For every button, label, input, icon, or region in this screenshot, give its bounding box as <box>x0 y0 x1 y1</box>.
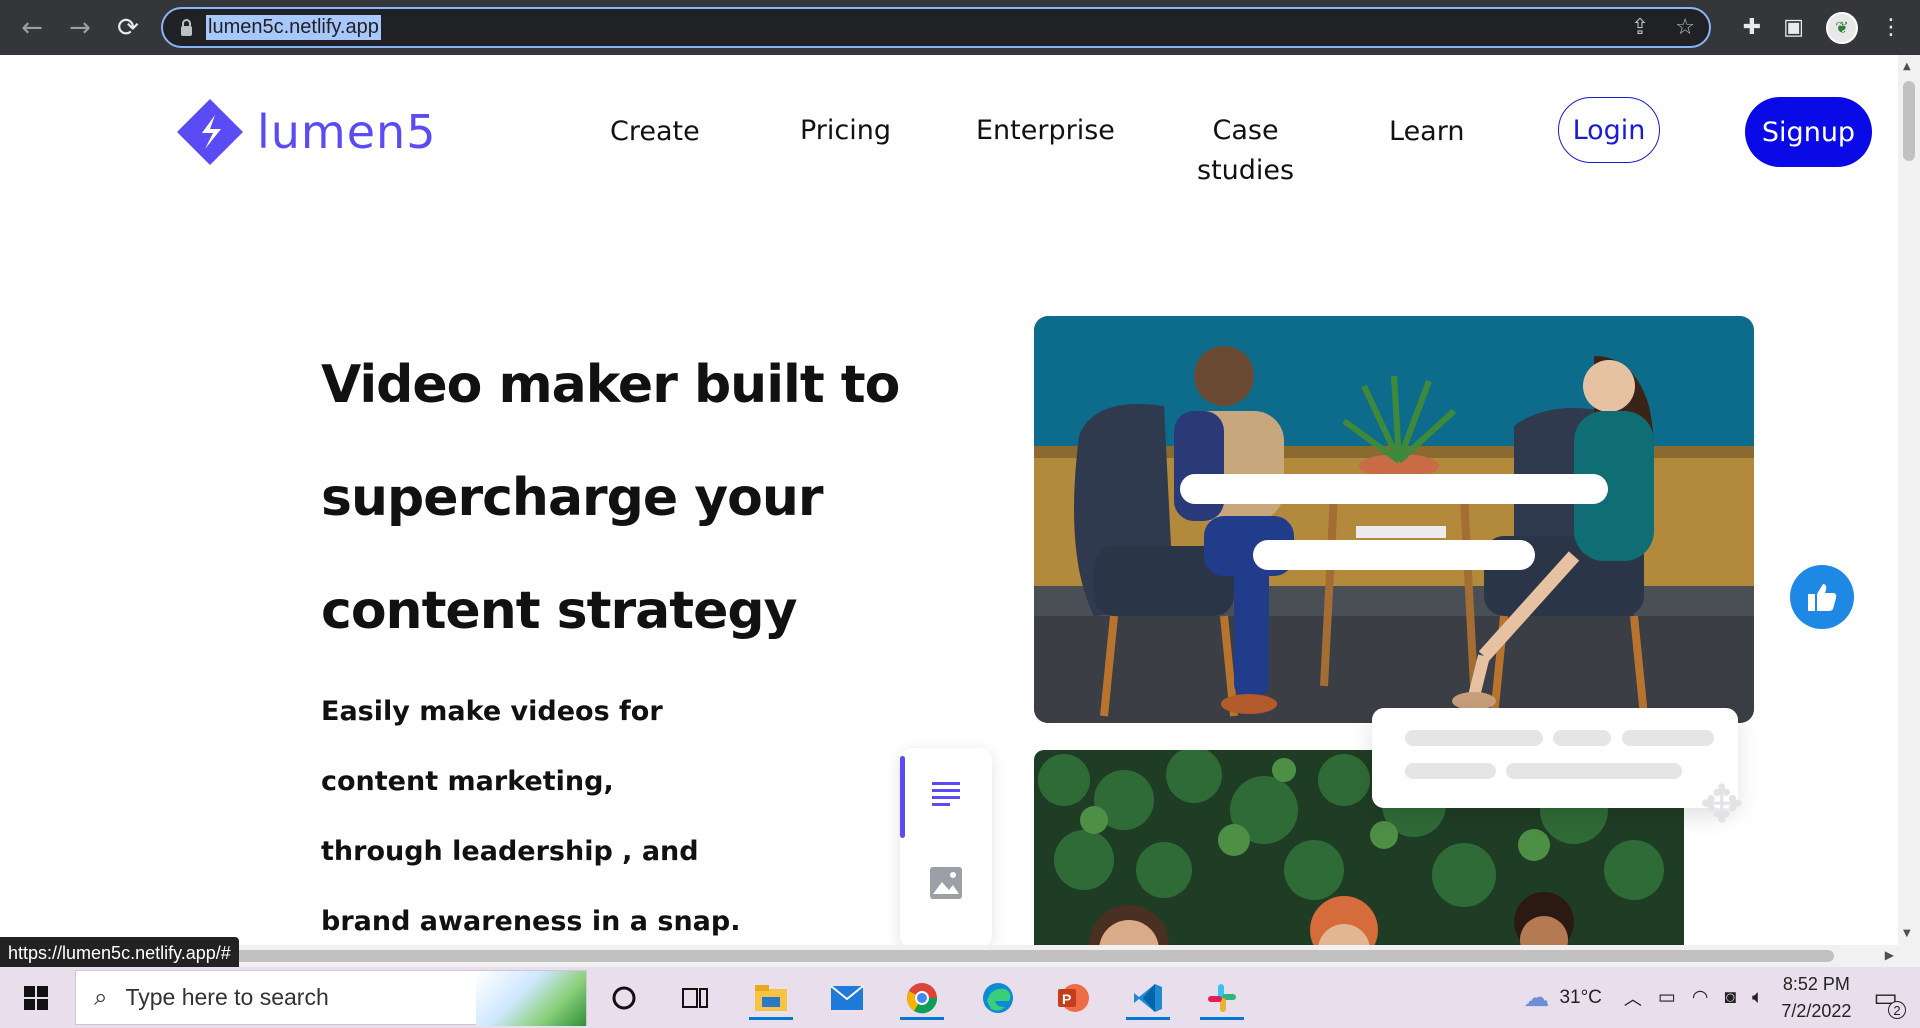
text-placeholder-pill <box>1553 730 1611 746</box>
vertical-scroll-thumb[interactable] <box>1903 81 1915 161</box>
hero-title-line: supercharge your <box>321 468 824 528</box>
move-icon: ✥ <box>1700 775 1744 835</box>
taskbar-search-input[interactable]: ⌕ Type here to search <box>75 970 587 1026</box>
logo[interactable]: lumen5 <box>175 97 436 167</box>
hero-title: Video maker built to supercharge your co… <box>321 329 921 668</box>
notification-count-badge: 2 <box>1888 1001 1906 1019</box>
windows-taskbar: ⌕ Type here to search P ☁ 31°C ︿ ▭ ◠ ◙ 🔈… <box>0 967 1920 1028</box>
signup-button[interactable]: Signup <box>1745 97 1872 167</box>
nav-case-studies[interactable]: Case studies <box>1197 111 1294 191</box>
search-highlight-image <box>476 971 586 1026</box>
hero-sub-line: content marketing, <box>321 766 614 797</box>
reload-button[interactable]: ⟳ <box>108 8 148 48</box>
battery-icon[interactable]: ▭ <box>1658 986 1676 1009</box>
clock-date: 7/2/2022 <box>1781 1000 1852 1021</box>
back-button[interactable]: ← <box>12 8 52 48</box>
clock-time: 8:52 PM <box>1782 973 1850 994</box>
nav-case-line1: Case <box>1212 115 1279 146</box>
nav-create[interactable]: Create <box>610 112 700 152</box>
address-url[interactable]: lumen5c.netlify.app <box>206 15 381 40</box>
text-placeholder-pill <box>1405 730 1543 746</box>
caption-placeholder-bar <box>1253 540 1535 570</box>
nav-case-line2: studies <box>1197 155 1295 186</box>
share-icon[interactable]: ⇪ <box>1631 15 1649 40</box>
login-button[interactable]: Login <box>1558 97 1660 163</box>
temperature[interactable]: 31°C <box>1559 987 1601 1009</box>
vertical-scrollbar[interactable]: ▲ ▼ <box>1898 55 1920 945</box>
hero-sub-line: Easily make videos for <box>321 696 663 727</box>
hero-title-line: content strategy <box>321 581 797 641</box>
running-indicator <box>1126 1017 1170 1020</box>
extensions-icon[interactable]: ✚ <box>1743 15 1761 40</box>
media-tools-panel <box>900 748 992 945</box>
page-viewport: lumen5 Create Pricing Enterprise Case st… <box>0 55 1898 945</box>
horizontal-scrollbar[interactable]: ▶ <box>0 945 1920 967</box>
cortana-icon[interactable] <box>602 976 646 1020</box>
system-tray: ☁ 31°C ︿ ▭ ◠ ◙ 🔈︎ 8:52 PM 7/2/2022 ▭ 2 <box>1523 967 1920 1028</box>
hero-sub-line: through leadership , and <box>321 836 699 867</box>
chevron-up-icon[interactable]: ︿ <box>1624 985 1642 1011</box>
active-indicator <box>900 756 905 838</box>
browser-toolbar: ← → ⟳ lumen5c.netlify.app ⇪ ☆ ✚ ▣ ❦ ⋮ <box>0 0 1920 55</box>
svg-text:P: P <box>1062 991 1071 1007</box>
text-placeholder-pill <box>1622 730 1714 746</box>
slack-icon[interactable] <box>1200 976 1244 1020</box>
status-link-url: https://lumen5c.netlify.app/# <box>0 937 239 970</box>
logo-text: lumen5 <box>257 105 437 159</box>
text-lines-icon[interactable] <box>930 778 962 810</box>
scroll-down-icon[interactable]: ▼ <box>1903 928 1911 939</box>
running-indicator <box>1200 1017 1244 1020</box>
nav-enterprise[interactable]: Enterprise <box>976 111 1115 151</box>
forward-button[interactable]: → <box>60 8 100 48</box>
image-icon[interactable] <box>929 866 963 900</box>
hero-sub-line: brand awareness in a snap. <box>321 906 741 937</box>
scroll-right-icon[interactable]: ▶ <box>1885 948 1894 962</box>
weather-cloud-icon[interactable]: ☁ <box>1523 982 1549 1013</box>
hero-title-line: Video maker built to <box>321 355 900 415</box>
thumbs-up-icon[interactable] <box>1790 565 1854 629</box>
search-icon: ⌕ <box>94 983 108 1011</box>
running-indicator <box>900 1017 944 1020</box>
star-icon[interactable]: ☆ <box>1675 15 1695 40</box>
nav-pricing[interactable]: Pricing <box>800 111 891 151</box>
windows-logo-icon <box>24 985 48 1010</box>
address-bar[interactable]: lumen5c.netlify.app ⇪ ☆ <box>161 7 1711 48</box>
reload-icon: ⟳ <box>117 12 139 43</box>
caption-placeholder-bar <box>1180 474 1608 504</box>
forward-icon: → <box>69 12 91 43</box>
notifications-icon[interactable]: ▭ 2 <box>1873 982 1906 1019</box>
text-placeholder-pill <box>1506 763 1682 779</box>
scroll-up-icon[interactable]: ▲ <box>1903 61 1911 72</box>
avatar[interactable]: ❦ <box>1826 11 1858 44</box>
text-placeholder-pill <box>1405 763 1496 779</box>
volume-icon[interactable]: 🔈︎ <box>1752 987 1763 1009</box>
powerpoint-icon[interactable]: P <box>1051 976 1095 1020</box>
back-icon: ← <box>21 12 43 43</box>
start-button[interactable] <box>0 967 72 1028</box>
nav-learn[interactable]: Learn <box>1389 112 1464 152</box>
camera-icon[interactable]: ◙ <box>1724 987 1735 1009</box>
wifi-icon[interactable]: ◠ <box>1692 986 1709 1009</box>
taskbar-search-placeholder: Type here to search <box>125 984 329 1010</box>
side-panel-icon[interactable]: ▣ <box>1783 15 1804 40</box>
text-card <box>1372 708 1738 808</box>
file-explorer-icon[interactable] <box>749 976 793 1020</box>
lock-icon <box>181 18 192 36</box>
hero-photo-meeting <box>1034 316 1754 723</box>
menu-kebab-icon[interactable]: ⋮ <box>1880 15 1902 40</box>
hero-subtitle: Easily make videos for content marketing… <box>321 677 841 945</box>
chrome-icon[interactable] <box>900 976 944 1020</box>
mail-icon[interactable] <box>825 976 869 1020</box>
task-view-icon[interactable] <box>673 976 717 1020</box>
edge-icon[interactable] <box>976 976 1020 1020</box>
horizontal-scroll-thumb[interactable] <box>4 950 1834 962</box>
lumen5-logo-icon <box>175 97 245 167</box>
running-indicator <box>749 1017 793 1020</box>
vscode-icon[interactable] <box>1126 976 1170 1020</box>
profile-icon: ❦ <box>1835 18 1849 37</box>
clock[interactable]: 8:52 PM 7/2/2022 <box>1781 971 1851 1025</box>
